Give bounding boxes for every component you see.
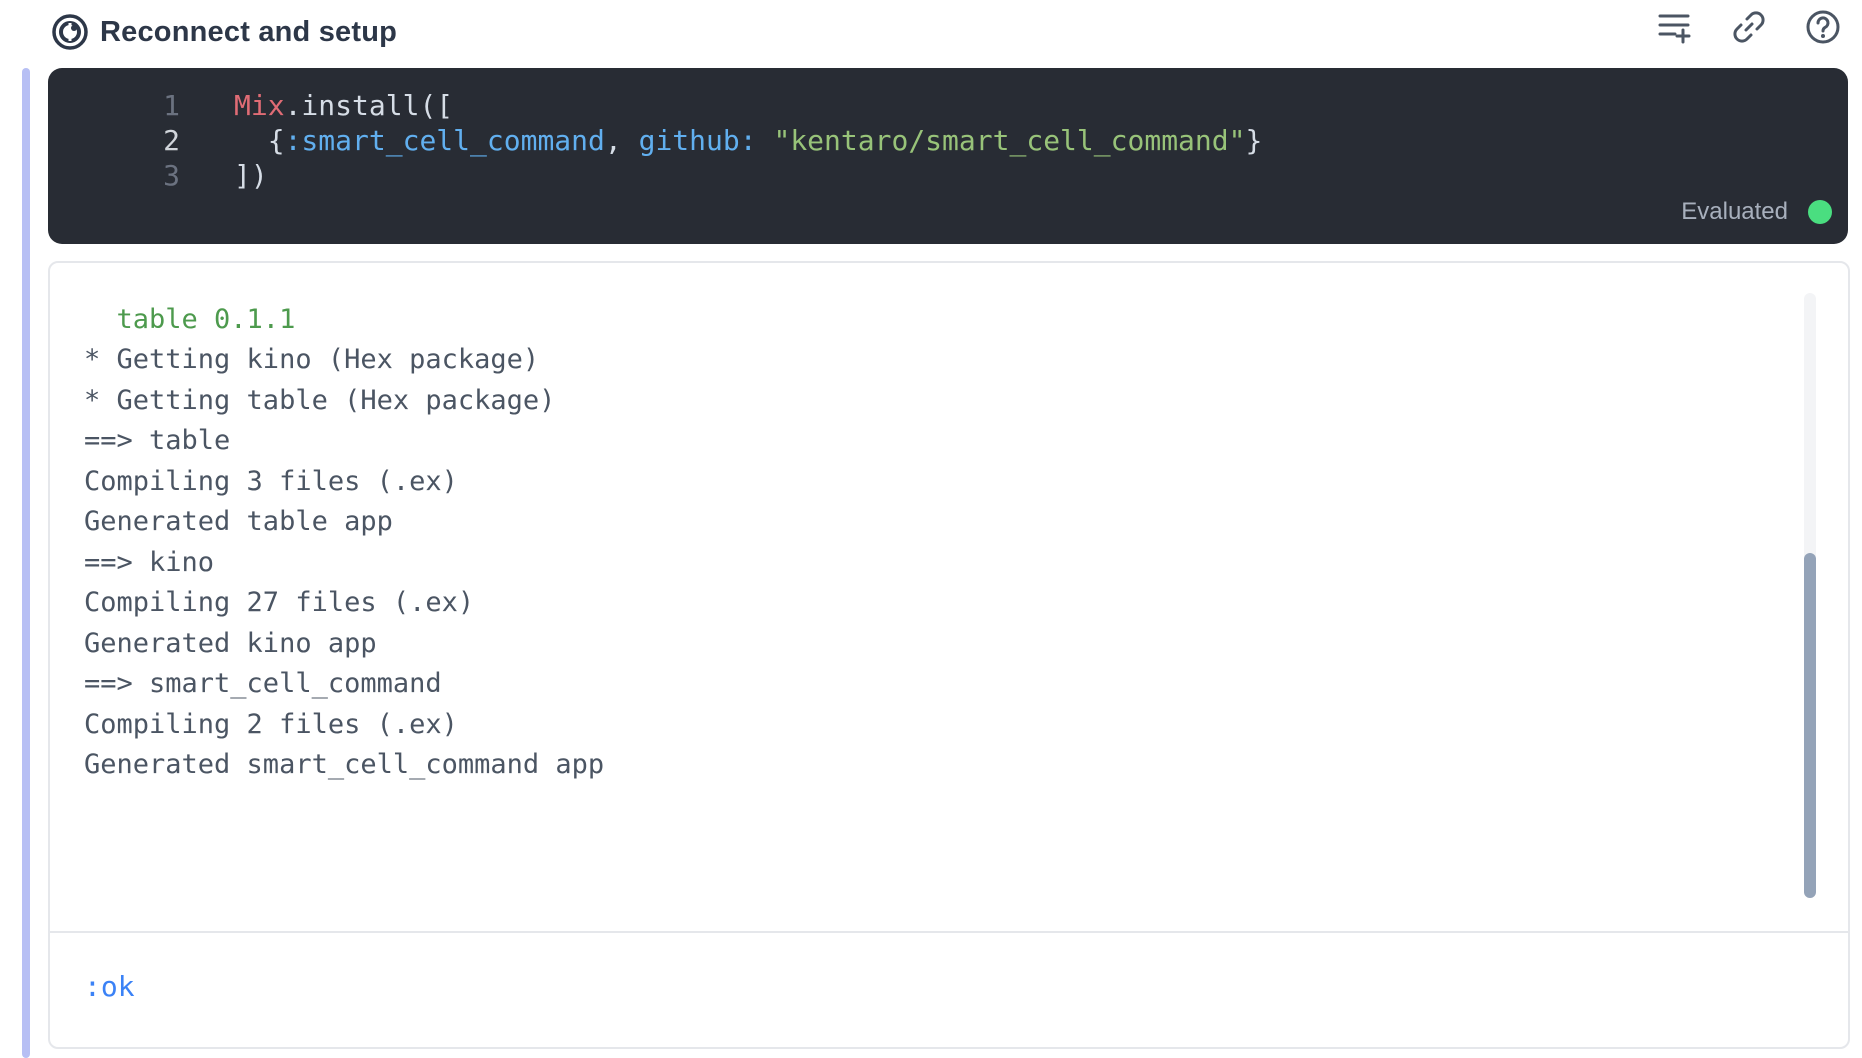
status-label: Evaluated [1681,198,1788,225]
help-icon [1805,9,1841,50]
insert-below-button[interactable] [1656,10,1694,48]
cell-output: kino 0.6.1 table 0.1.1* Getting kino (He… [48,261,1850,1049]
code-token: ]) [234,159,268,192]
cell-header: Reconnect and setup [52,10,1862,58]
link-button[interactable] [1730,10,1768,48]
log-line: Generated smart_cell_command app [84,749,605,780]
scrollbar-thumb[interactable] [1804,553,1816,898]
status-dot-icon [1808,200,1832,224]
evaluation-status: Evaluated [1681,198,1832,226]
code-token: , [604,124,639,157]
header-actions [1656,10,1842,48]
code-editor[interactable]: 1 Mix.install([2 {:smart_cell_command, gi… [48,68,1848,244]
code-token: Mix [234,89,285,122]
code-token: } [1245,124,1263,157]
output-log[interactable]: kino 0.6.1 table 0.1.1* Getting kino (He… [50,293,1810,903]
insert-below-icon [1657,10,1693,49]
line-number: 3 [163,159,180,192]
section-rail [22,68,30,1058]
code-token: "kentaro/smart_cell_command" [773,124,1246,157]
output-divider [50,931,1848,933]
notebook-section: Reconnect and setup 1 Mix.install([2 {:… [0,0,1862,1058]
code-token: .install([ [284,89,454,122]
code-text: ]) [234,155,268,197]
livebook-logo-icon [52,14,88,50]
help-button[interactable] [1804,10,1842,48]
code-token: github: [638,124,757,157]
code-token: { [234,124,285,157]
code-token: :smart_cell_command [284,124,605,157]
evaluation-result: :ok [84,970,135,1003]
section-title[interactable]: Reconnect and setup [100,16,397,49]
code-text: {:smart_cell_command, github: "kentaro/s… [234,120,1263,162]
link-icon [1732,10,1766,49]
output-scrollbar[interactable] [1804,293,1816,898]
header-title-group: Reconnect and setup [52,14,397,50]
